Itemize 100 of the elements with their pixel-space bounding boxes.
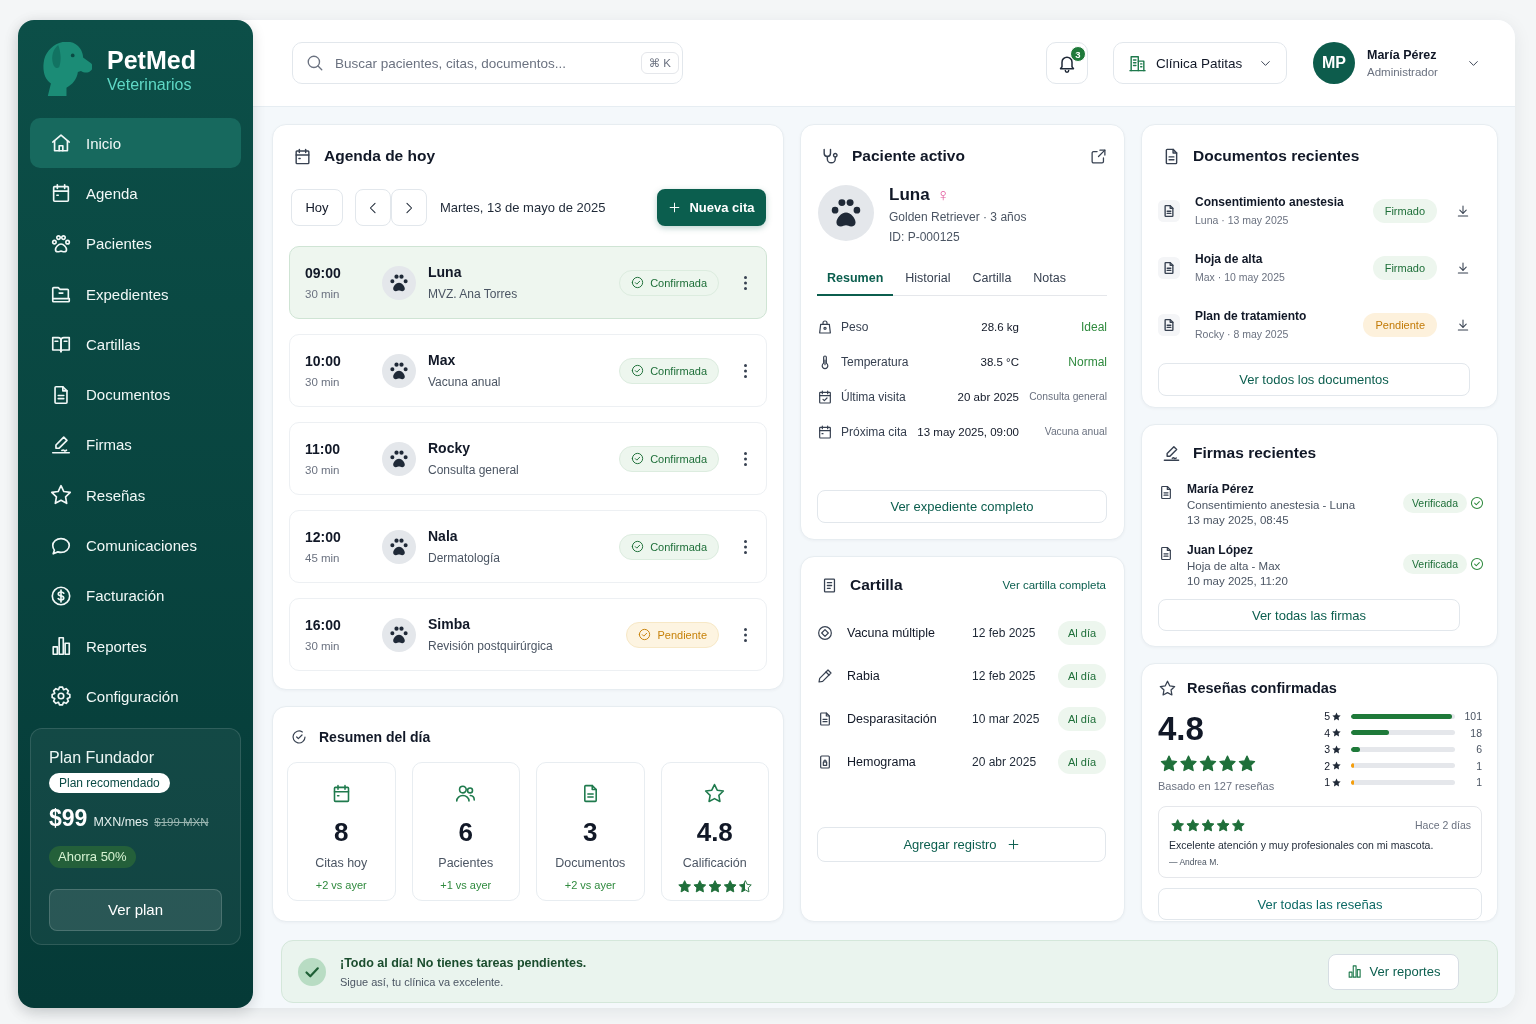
kebab-menu-icon[interactable] [743, 362, 748, 379]
nav-item[interactable]: Expedientes [30, 268, 241, 320]
status-pill: Al día [1058, 663, 1106, 688]
kebab-menu-icon[interactable] [743, 450, 748, 467]
rating-label: 4 [1323, 726, 1330, 739]
appointment-duration: 30 min [305, 640, 341, 652]
view-reports-button[interactable]: Ver reportes [1328, 953, 1459, 990]
nav-item[interactable]: Comunicaciones [30, 520, 241, 571]
card-title: Reseñas confirmadas [1187, 680, 1337, 696]
view-record-button[interactable]: Ver expediente completo [817, 490, 1107, 523]
bar-chart-icon [50, 635, 72, 658]
status-pill: Firmado [1372, 255, 1437, 280]
document-meta: Rocky · 8 may 2025 [1195, 328, 1290, 340]
document-meta: Luna · 13 may 2025 [1195, 214, 1290, 226]
today-button[interactable]: Hoy [291, 189, 343, 226]
paw-avatar-icon [818, 185, 874, 241]
new-appointment-button[interactable]: Nueva cita [657, 189, 766, 226]
appointment-card[interactable]: 09:00 30 min Luna MVZ. Ana Torres Confirmada [289, 246, 767, 319]
kebab-menu-icon[interactable] [743, 538, 748, 555]
nav-item[interactable]: Inicio [30, 118, 241, 169]
review-time: Hace 2 días [1414, 819, 1471, 831]
nav-item[interactable]: Reportes [30, 620, 241, 672]
nav-item[interactable]: Reseñas [30, 470, 241, 521]
vital-note: Consulta general [1029, 391, 1107, 402]
rating-count: 1 [1476, 776, 1482, 789]
appointment-detail: MVZ. Ana Torres [428, 287, 519, 301]
tab[interactable]: Resumen [817, 261, 894, 296]
status-pill: Verificada [1402, 554, 1467, 574]
view-signatures-button[interactable]: Ver todas las firmas [1158, 599, 1460, 631]
view-vaccination-link[interactable]: Ver cartilla completa [1002, 579, 1106, 591]
tab[interactable]: Historial [895, 261, 961, 296]
tab[interactable]: Cartilla [962, 261, 1022, 296]
vital-label: Última visita [841, 389, 906, 404]
patient-name: Luna [428, 264, 463, 280]
rating-count: 18 [1470, 726, 1482, 739]
status-pill: Al día [1058, 620, 1106, 645]
appointment-card[interactable]: 12:00 45 min Nala Dermatología Confirmada [289, 510, 767, 583]
review-count: Basado en 127 reseñas [1158, 780, 1275, 792]
status-label: Confirmada [650, 452, 707, 465]
notifications-button[interactable]: 3 [1046, 42, 1088, 84]
appointment-card[interactable]: 16:00 30 min Simba Revisión postquirúrgica Pendiente [289, 598, 767, 671]
signed-document: Hoja de alta - Max [1187, 560, 1282, 572]
status-label: Confirmada [650, 540, 707, 553]
stat-trend: +2 vs ayer [315, 879, 367, 891]
plan-button[interactable]: Ver plan [49, 888, 222, 931]
stat-value: 8 [334, 818, 349, 846]
appointment-duration: 30 min [305, 288, 341, 300]
download-icon[interactable] [1456, 317, 1470, 332]
stat-label: Pacientes [438, 856, 494, 870]
stat-value: 6 [458, 818, 473, 846]
nav-item[interactable]: Facturación [30, 570, 241, 621]
document-icon [1158, 484, 1174, 501]
user-name: María Pérez [1367, 48, 1438, 62]
nav-item[interactable]: Documentos [30, 369, 241, 420]
download-icon[interactable] [1456, 260, 1470, 275]
nav-item[interactable]: Agenda [30, 168, 241, 219]
progress-check-icon [291, 729, 307, 745]
view-documents-button[interactable]: Ver todos los documentos [1158, 363, 1470, 396]
paw-avatar-icon [382, 265, 416, 300]
signature-datetime: 10 may 2025, 11:20 [1187, 575, 1289, 587]
nav-item[interactable]: Firmas [30, 419, 241, 471]
document-meta: Max · 10 may 2025 [1195, 271, 1286, 283]
clinic-selector[interactable]: Clínica Patitas [1113, 42, 1287, 84]
view-reviews-button[interactable]: Ver todas las reseñas [1158, 888, 1482, 920]
status-pill: Verificada [1402, 493, 1467, 513]
stat-value: 3 [583, 818, 598, 846]
sex-symbol: ♀ [936, 185, 951, 205]
banner-title: ¡Todo al día! No tienes tareas pendientes. [340, 955, 587, 970]
brand-tagline: Veterinarios [107, 74, 193, 95]
star-icon [1332, 761, 1341, 771]
search-icon [306, 54, 324, 72]
rating-count: 1 [1476, 759, 1482, 772]
stat-label: Documentos [555, 856, 626, 870]
tab[interactable]: Notas [1023, 261, 1076, 296]
add-record-button[interactable]: Agregar registro [817, 827, 1106, 862]
status-label: Confirmada [650, 364, 707, 377]
appointment-card[interactable]: 10:00 30 min Max Vacuna anual Confirmada [289, 334, 767, 407]
status-pill: Pendiente [1363, 312, 1437, 337]
rating-score: 4.8 [1158, 712, 1205, 746]
card-title: Cartilla [850, 576, 903, 594]
kebab-menu-icon[interactable] [743, 274, 748, 291]
status-label: Confirmada [650, 276, 707, 289]
appointment-card[interactable]: 11:00 30 min Rocky Consulta general Confirmada [289, 422, 767, 495]
stat-label: Calificación [682, 856, 747, 870]
star-icon [1159, 679, 1176, 697]
appointment-duration: 30 min [305, 464, 341, 476]
record-date: 12 feb 2025 [972, 668, 1037, 683]
status-pill: Firmado [1372, 198, 1437, 223]
signed-document: Consentimiento anestesia - Luna [1187, 499, 1357, 511]
stat-label: Citas hoy [315, 856, 368, 870]
nav-item[interactable]: Configuración [30, 671, 241, 722]
external-link-icon[interactable] [1090, 147, 1107, 165]
nav-item[interactable]: Cartillas [30, 319, 241, 370]
document-icon [1158, 545, 1174, 562]
appointment-time: 09:00 [305, 265, 342, 281]
kebab-menu-icon[interactable] [743, 626, 748, 643]
rating-label: 2 [1323, 759, 1330, 772]
star-icon [704, 783, 726, 804]
nav-item[interactable]: Pacientes [30, 218, 241, 269]
download-icon[interactable] [1456, 203, 1470, 218]
